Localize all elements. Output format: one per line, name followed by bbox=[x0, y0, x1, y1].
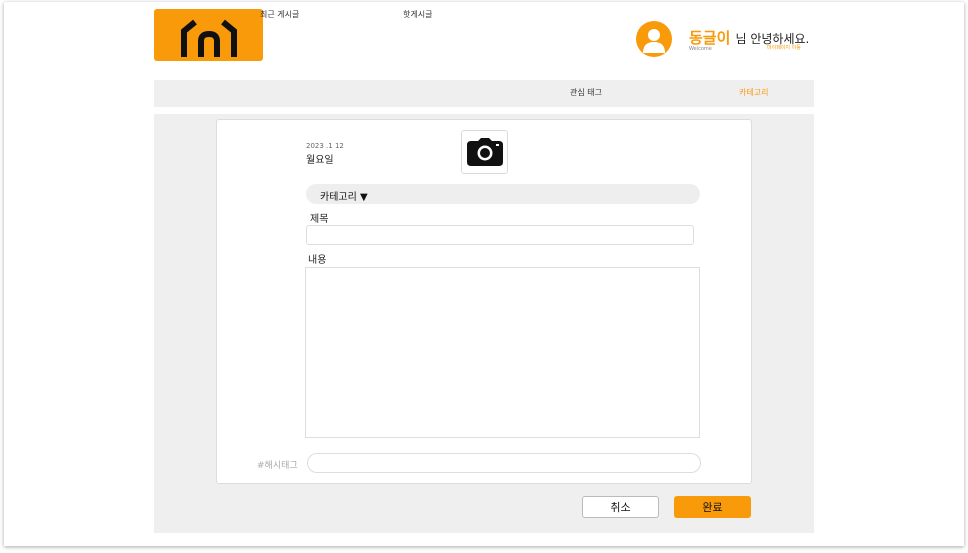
post-weekday: 월요일 bbox=[306, 155, 334, 166]
photo-upload-button[interactable] bbox=[461, 130, 508, 174]
hashtag-label: #해시태그 bbox=[257, 461, 298, 471]
nav-category[interactable]: 카테고리 bbox=[739, 87, 768, 98]
nav-recent-posts[interactable]: 최근 게시글 bbox=[260, 9, 299, 20]
camera-icon bbox=[466, 138, 503, 166]
mypage-link[interactable]: 마이페이지 이동 bbox=[767, 44, 801, 51]
cancel-button[interactable]: 취소 bbox=[582, 496, 659, 518]
content-label: 내용 bbox=[308, 255, 327, 266]
category-dropdown-label: 카테고리 ▼ bbox=[320, 192, 368, 203]
user-avatar-icon[interactable] bbox=[636, 21, 672, 57]
content-textarea[interactable] bbox=[305, 267, 700, 438]
main-nav bbox=[154, 80, 814, 107]
title-label: 제목 bbox=[310, 214, 329, 225]
title-input[interactable] bbox=[306, 225, 694, 245]
nav-hot-posts[interactable]: 핫게시글 bbox=[403, 9, 432, 20]
post-date: 2023 .1 12 bbox=[306, 142, 344, 150]
nav-interest-tags[interactable]: 관심 태그 bbox=[570, 87, 602, 98]
category-dropdown[interactable]: 카테고리 ▼ bbox=[306, 184, 700, 204]
hashtag-input[interactable] bbox=[307, 453, 701, 473]
done-button[interactable]: 완료 bbox=[674, 496, 751, 518]
house-logo-icon[interactable] bbox=[154, 9, 263, 61]
welcome-text: Welcome bbox=[689, 46, 712, 52]
user-name: 동글이 bbox=[689, 29, 731, 47]
